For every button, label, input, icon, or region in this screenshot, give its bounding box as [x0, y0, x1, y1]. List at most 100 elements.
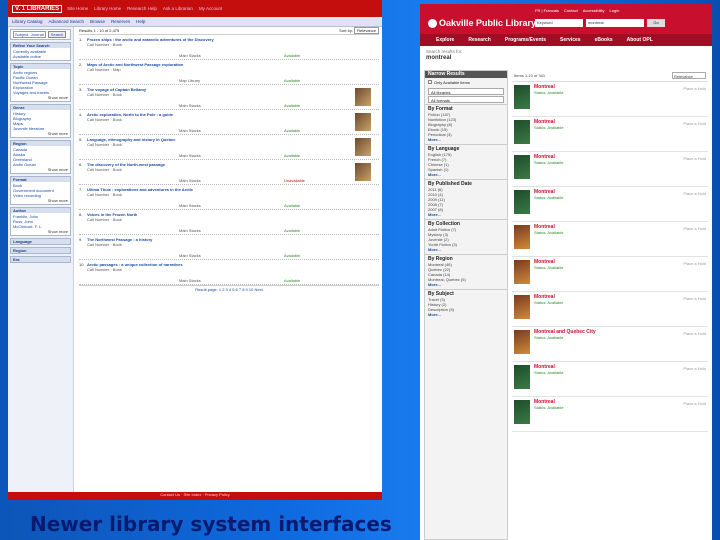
place-hold-link[interactable]: Place a Hold: [683, 261, 706, 266]
sort-select[interactable]: Relevance: [354, 27, 379, 34]
available-filter[interactable]: Only Available items: [425, 78, 507, 87]
oakville-library-screenshot: Oakville Public Library FR | Francais Co…: [420, 4, 712, 540]
book-cover-image[interactable]: [514, 365, 530, 389]
book-cover-image[interactable]: [514, 85, 530, 109]
tool-link[interactable]: Browse: [90, 19, 105, 25]
place-hold-link[interactable]: Place a Hold: [683, 86, 706, 91]
facet-title[interactable]: Era: [11, 257, 70, 262]
topnav-link[interactable]: My Account: [199, 6, 222, 12]
book-cover-image[interactable]: [355, 113, 371, 131]
facet-more-link[interactable]: More...: [428, 172, 504, 177]
facet-more-link[interactable]: More...: [428, 212, 504, 217]
facet-more-link[interactable]: More...: [428, 312, 504, 317]
tool-link[interactable]: Library Catalog: [12, 19, 43, 25]
search-button[interactable]: Search: [47, 31, 67, 38]
result-status: Available: [284, 128, 301, 133]
opl-result-item: Montreal and Quebec City Status: Availabl…: [512, 327, 708, 362]
nav-about[interactable]: About OPL: [627, 37, 653, 43]
util-link[interactable]: Login: [610, 8, 620, 13]
facet-body: Book Government document Video recording Sh…: [11, 182, 70, 204]
search-type-select[interactable]: Keyword: [535, 19, 583, 27]
book-cover-image[interactable]: [514, 190, 530, 214]
opl-result-item: Montreal Status: Available Place a Hold: [512, 362, 708, 397]
facet-link[interactable]: Available online: [13, 54, 68, 59]
facet-more-link[interactable]: Show more: [13, 95, 68, 100]
book-cover-image[interactable]: [514, 330, 530, 354]
result-number: 5.: [79, 137, 83, 142]
library-select[interactable]: All libraries: [428, 88, 504, 95]
facet-more-link[interactable]: Show more: [13, 229, 68, 234]
result-meta: Call Number · Book: [87, 242, 122, 247]
result-meta: Call Number · Book: [87, 167, 122, 172]
tool-link[interactable]: Reserves: [111, 19, 130, 25]
facet-section: By Published Date 2011 (6) 2010 (4) 2009 (1…: [425, 179, 507, 219]
nav-programs[interactable]: Programs/Events: [505, 37, 546, 43]
book-cover-image[interactable]: [514, 120, 530, 144]
result-number: 2.: [79, 62, 83, 67]
result-status: Available: [284, 103, 301, 108]
topnav-link[interactable]: Research Help: [127, 6, 157, 12]
facet-section: By Language English (175) French (7) Chines…: [425, 144, 507, 179]
place-hold-link[interactable]: Place a Hold: [683, 296, 706, 301]
util-link[interactable]: Accessibility: [583, 8, 605, 13]
book-cover-image[interactable]: [355, 138, 371, 156]
search-go-button[interactable]: Go: [647, 19, 665, 27]
nav-research[interactable]: Research: [468, 37, 491, 43]
opl-result-body: Montreal and Quebec City Status: Availabl…: [534, 330, 596, 358]
book-cover-image[interactable]: [514, 295, 530, 319]
opl-result-item: Montreal Status: Available Place a Hold: [512, 187, 708, 222]
book-cover-image[interactable]: [355, 88, 371, 106]
catalog-logo: V. 1 LIBRARIES: [12, 4, 63, 13]
result-location: Main Stacks: [179, 103, 201, 108]
place-hold-link[interactable]: Place a Hold: [683, 121, 706, 126]
place-hold-link[interactable]: Place a Hold: [683, 226, 706, 231]
result-meta: Call Number · Map: [87, 67, 121, 72]
opl-result-status: Status: Available: [534, 405, 564, 410]
book-cover-image[interactable]: [514, 225, 530, 249]
facet-more-link[interactable]: Show more: [13, 167, 68, 172]
facet-title[interactable]: Language: [11, 239, 70, 244]
opl-results-bar: Items 1-10 of 341 Relevance: [512, 70, 708, 82]
book-cover-image[interactable]: [514, 260, 530, 284]
nav-ebooks[interactable]: eBooks: [595, 37, 613, 43]
facet-more-link[interactable]: More...: [428, 137, 504, 142]
place-hold-link[interactable]: Place a Hold: [683, 191, 706, 196]
checkbox-icon[interactable]: [428, 80, 432, 84]
search-input[interactable]: montreal: [586, 19, 644, 27]
util-link[interactable]: Contact: [564, 8, 578, 13]
result-status: Available: [284, 153, 301, 158]
book-cover-image[interactable]: [514, 155, 530, 179]
book-cover-image[interactable]: [514, 400, 530, 424]
place-hold-link[interactable]: Place a Hold: [683, 401, 706, 406]
place-hold-link[interactable]: Place a Hold: [683, 156, 706, 161]
pager[interactable]: Result page: 1 2 3 4 5 6 7 8 9 10 Next: [79, 285, 379, 292]
facet-body: Canada Alaska Greenland Arctic Ocean Show mo…: [11, 146, 70, 173]
opl-sort-select[interactable]: Relevance: [672, 72, 706, 79]
facet-title[interactable]: Region: [11, 248, 70, 253]
facet-more-link[interactable]: Show more: [13, 198, 68, 203]
nav-services[interactable]: Services: [560, 37, 581, 43]
result-location: Main Stacks: [179, 153, 201, 158]
topnav-link[interactable]: Ask a Librarian: [163, 6, 193, 12]
slide-caption: Newer library system interfaces: [30, 512, 392, 536]
opl-result-status: Status: Available: [534, 300, 564, 305]
search-select[interactable]: Subject, Journal: [13, 31, 46, 38]
opl-result-status: Status: Available: [534, 195, 564, 200]
result-row: 8. Voices in the Frozen North Call Number …: [79, 210, 379, 235]
place-hold-link[interactable]: Place a Hold: [683, 366, 706, 371]
facet-more-link[interactable]: More...: [428, 247, 504, 252]
tool-link[interactable]: Advanced Search: [49, 19, 85, 25]
tool-link[interactable]: Help: [136, 19, 145, 25]
search-breadcrumb: Search results for: montreal: [420, 46, 712, 64]
nav-explore[interactable]: Explore: [436, 37, 454, 43]
topnav-link[interactable]: Site Home: [67, 6, 88, 12]
facet-box: Topic Arctic regions Pacific Ocean Northwes…: [10, 63, 71, 102]
util-link[interactable]: FR | Francais: [535, 8, 559, 13]
format-select[interactable]: All formats: [428, 96, 504, 103]
place-hold-link[interactable]: Place a Hold: [683, 331, 706, 336]
result-number: 10.: [79, 262, 85, 267]
book-cover-image[interactable]: [355, 163, 371, 181]
topnav-link[interactable]: Library Home: [94, 6, 121, 12]
facet-more-link[interactable]: More...: [428, 282, 504, 287]
facet-more-link[interactable]: Show more: [13, 131, 68, 136]
